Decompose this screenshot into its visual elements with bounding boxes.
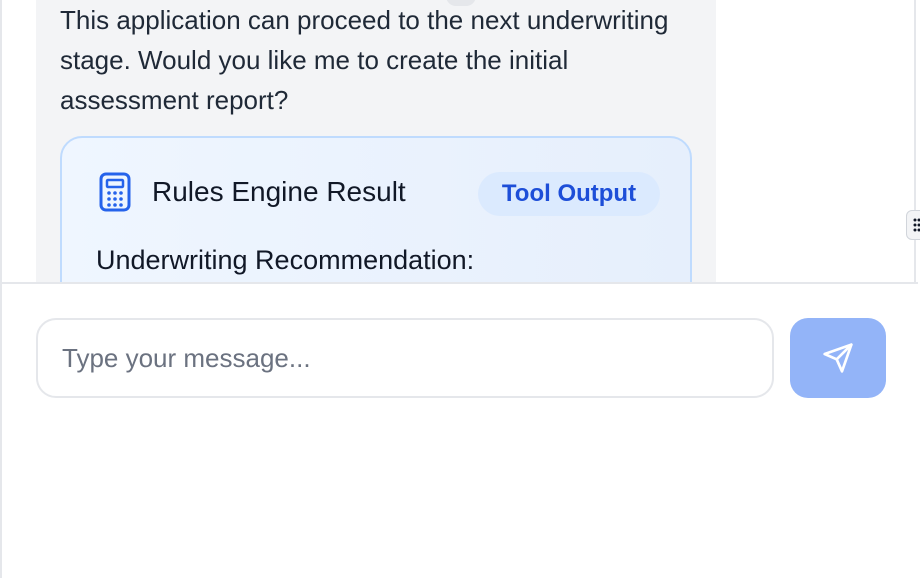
tool-card-title: Rules Engine Result xyxy=(152,176,406,207)
tool-card-subtitle: Underwriting Recommendation: xyxy=(96,245,475,275)
message-input[interactable] xyxy=(36,318,774,398)
send-icon xyxy=(823,343,853,373)
tool-output-card: Rules Engine Result Tool Output Underwri… xyxy=(60,136,692,282)
message-list[interactable]: ••• This application can proceed to the … xyxy=(2,0,918,282)
calculator-icon xyxy=(98,172,132,212)
tool-output-badge: Tool Output xyxy=(478,172,660,216)
send-button[interactable] xyxy=(790,318,886,398)
chat-panel: ••• This application can proceed to the … xyxy=(0,0,920,578)
drag-handle-icon[interactable] xyxy=(906,210,920,240)
message-composer xyxy=(2,282,918,578)
assistant-message-text: This application can proceed to the next… xyxy=(60,5,669,115)
